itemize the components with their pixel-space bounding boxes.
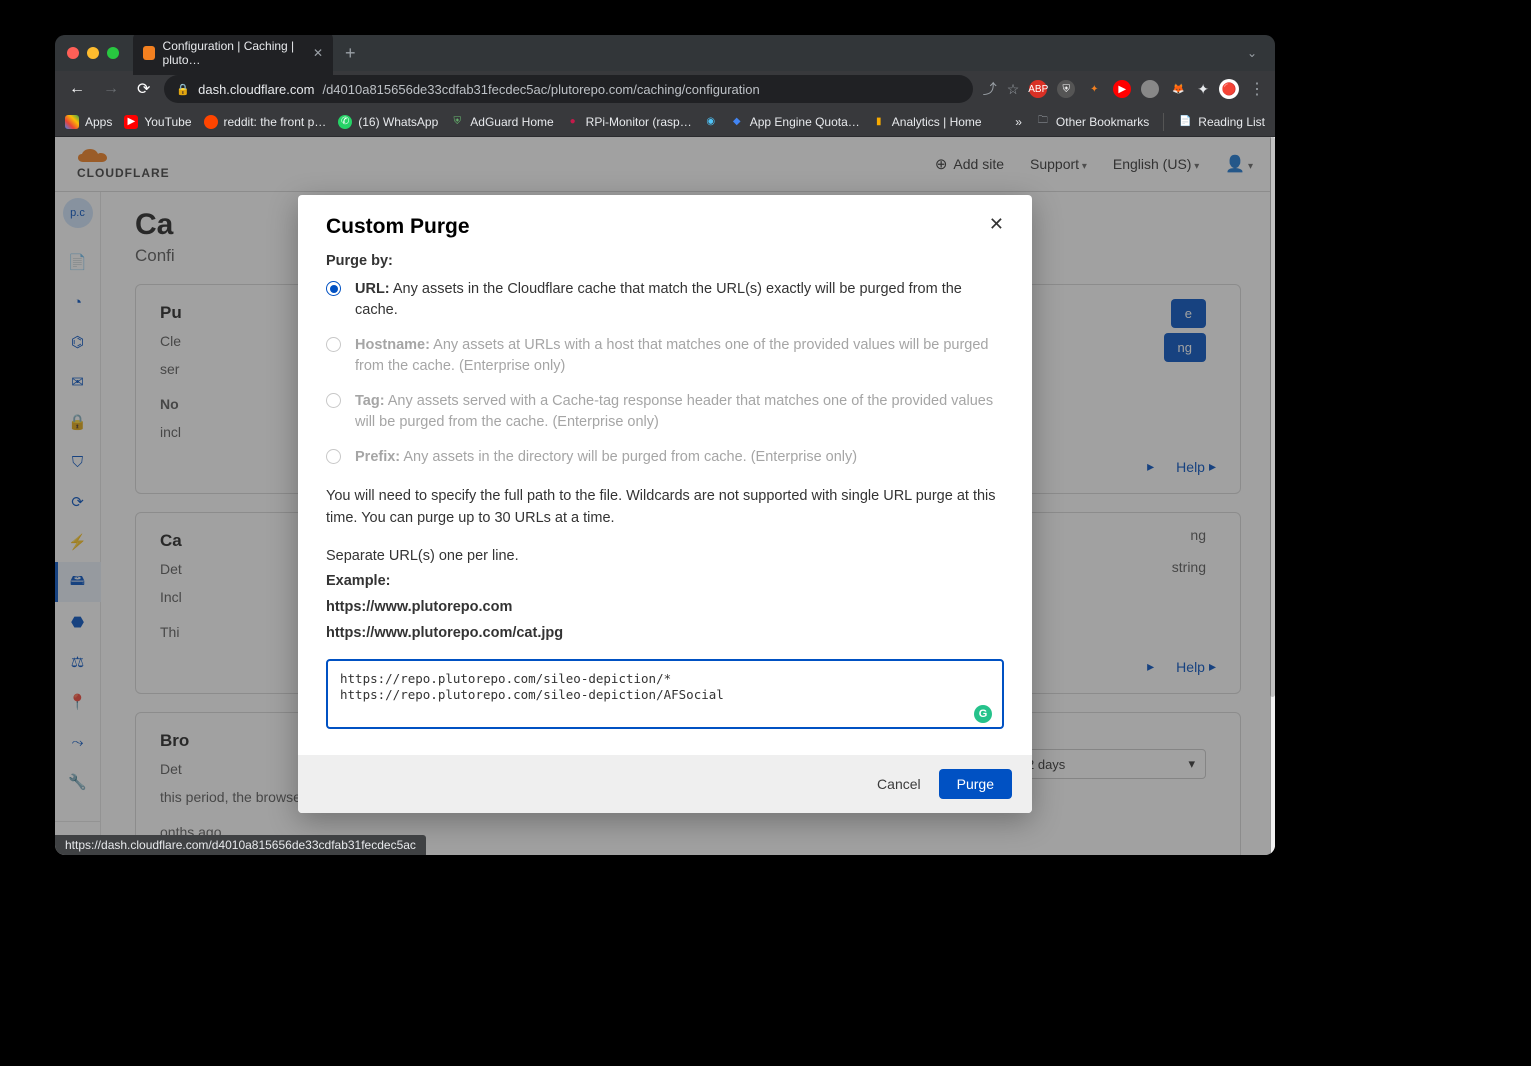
cloudflare-favicon-icon (143, 46, 155, 60)
tab-overflow-button[interactable]: ⌄ (1247, 46, 1257, 60)
bookmark-youtube[interactable]: ▶YouTube (124, 115, 191, 129)
bookmark-label: Reading List (1198, 115, 1265, 129)
radio-icon (326, 393, 341, 408)
youtube-ext-icon[interactable]: ▶ (1113, 80, 1131, 98)
chrome-menu-button[interactable]: ⋮ (1249, 79, 1265, 99)
bookmark-label: App Engine Quota… (750, 115, 860, 129)
bookmarks-overflow[interactable]: » (1015, 115, 1022, 129)
radio-icon (326, 449, 341, 464)
extension-orange-icon[interactable]: ✦ (1085, 80, 1103, 98)
separate-text: Separate URL(s) one per line. (326, 546, 1004, 568)
purge-button[interactable]: Purge (939, 769, 1012, 799)
bookmark-label: AdGuard Home (470, 115, 553, 129)
custom-purge-modal: Custom Purge ✕ Purge by: URL: Any assets… (298, 195, 1032, 813)
adblock-icon[interactable]: ABP (1029, 80, 1047, 98)
reload-button[interactable]: ⟳ (133, 79, 154, 99)
minimize-window-button[interactable] (87, 47, 99, 59)
traffic-lights (67, 47, 119, 59)
extension-shield-icon[interactable]: ⛨ (1057, 80, 1075, 98)
bookmark-blue[interactable]: ◉ (704, 115, 718, 129)
bookmark-label: YouTube (144, 115, 191, 129)
toolbar-right-icons: ⤴︎ ☆ ABP ⛨ ✦ ▶ 🦊 ✦ 🔴 ⋮ (983, 79, 1265, 99)
radio-prefix: Prefix: Any assets in the directory will… (326, 447, 1004, 468)
separator (1163, 113, 1164, 131)
tab-title: Configuration | Caching | pluto… (163, 39, 305, 67)
close-window-button[interactable] (67, 47, 79, 59)
cancel-button[interactable]: Cancel (877, 776, 921, 792)
url-host: dash.cloudflare.com (198, 82, 314, 97)
grammarly-icon[interactable]: G (974, 705, 992, 723)
lock-icon: 🔒 (176, 83, 190, 96)
modal-title: Custom Purge (326, 215, 470, 239)
modal-footer: Cancel Purge (298, 755, 1032, 813)
bookmark-label: (16) WhatsApp (358, 115, 438, 129)
radio-label-text: Any assets in the Cloudflare cache that … (355, 281, 962, 318)
radio-hostname: Hostname: Any assets at URLs with a host… (326, 335, 1004, 377)
browser-toolbar: ← → ⟳ 🔒 dash.cloudflare.com/d4010a815656… (55, 71, 1275, 107)
back-button[interactable]: ← (65, 80, 89, 98)
browser-tab-active[interactable]: Configuration | Caching | pluto… ✕ (133, 35, 333, 75)
bookmark-appengine[interactable]: ◆App Engine Quota… (730, 115, 860, 129)
star-icon[interactable]: ☆ (1007, 81, 1020, 98)
bookmark-reddit[interactable]: reddit: the front p… (204, 115, 327, 129)
link-status-bar: https://dash.cloudflare.com/d4010a815656… (55, 835, 426, 855)
extension-grey-icon[interactable] (1141, 80, 1159, 98)
radio-icon (326, 281, 341, 296)
example-label: Example: (326, 573, 390, 589)
bookmarks-bar: Apps ▶YouTube reddit: the front p… ✆(16)… (55, 107, 1275, 137)
radio-label-text: Any assets in the directory will be purg… (400, 449, 857, 465)
url-path: /d4010a815656de33cdfab31fecdec5ac/plutor… (322, 82, 759, 97)
radio-icon (326, 337, 341, 352)
close-tab-button[interactable]: ✕ (313, 46, 323, 60)
tab-strip: Configuration | Caching | pluto… ✕ + (133, 35, 356, 75)
bookmark-adguard[interactable]: ⛨AdGuard Home (450, 115, 553, 129)
profile-avatar[interactable]: 🔴 (1219, 79, 1239, 99)
forward-button[interactable]: → (99, 80, 123, 98)
address-bar[interactable]: 🔒 dash.cloudflare.com/d4010a815656de33cd… (164, 75, 972, 103)
fullscreen-window-button[interactable] (107, 47, 119, 59)
share-icon[interactable]: ⤴︎ (983, 79, 997, 99)
radio-label-text: Any assets at URLs with a host that matc… (355, 337, 989, 374)
help-text: You will need to specify the full path t… (326, 486, 1004, 530)
bookmark-label: Other Bookmarks (1056, 115, 1149, 129)
radio-url[interactable]: URL: Any assets in the Cloudflare cache … (326, 279, 1004, 321)
radio-label-bold: Prefix: (355, 449, 400, 465)
purge-by-label: Purge by: (326, 253, 1004, 269)
bookmark-rpi[interactable]: ●RPi-Monitor (rasp… (566, 115, 692, 129)
bookmark-label: RPi-Monitor (rasp… (586, 115, 692, 129)
example-url-1: https://www.plutorepo.com (326, 599, 512, 615)
other-bookmarks-folder[interactable]: 🗀Other Bookmarks (1036, 115, 1149, 129)
purge-url-textarea[interactable] (326, 659, 1004, 729)
new-tab-button[interactable]: + (345, 43, 356, 64)
titlebar: Configuration | Caching | pluto… ✕ + ⌄ (55, 35, 1275, 71)
bookmark-label: reddit: the front p… (224, 115, 327, 129)
bookmark-whatsapp[interactable]: ✆(16) WhatsApp (338, 115, 438, 129)
extensions-button[interactable]: ✦ (1197, 81, 1209, 98)
reading-list-button[interactable]: 📄Reading List (1178, 115, 1265, 129)
radio-label-bold: Tag: (355, 393, 385, 409)
radio-label-bold: URL: (355, 281, 390, 297)
apps-button[interactable]: Apps (65, 115, 112, 129)
example-url-2: https://www.plutorepo.com/cat.jpg (326, 625, 563, 641)
radio-tag: Tag: Any assets served with a Cache-tag … (326, 391, 1004, 433)
metamask-icon[interactable]: 🦊 (1169, 80, 1187, 98)
browser-window: Configuration | Caching | pluto… ✕ + ⌄ ←… (55, 35, 1275, 855)
radio-label-text: Any assets served with a Cache-tag respo… (355, 393, 993, 430)
bookmark-label: Analytics | Home (892, 115, 982, 129)
radio-label-bold: Hostname: (355, 337, 430, 353)
close-modal-button[interactable]: ✕ (989, 215, 1004, 233)
apps-label: Apps (85, 115, 112, 129)
bookmark-analytics[interactable]: ▮Analytics | Home (872, 115, 982, 129)
